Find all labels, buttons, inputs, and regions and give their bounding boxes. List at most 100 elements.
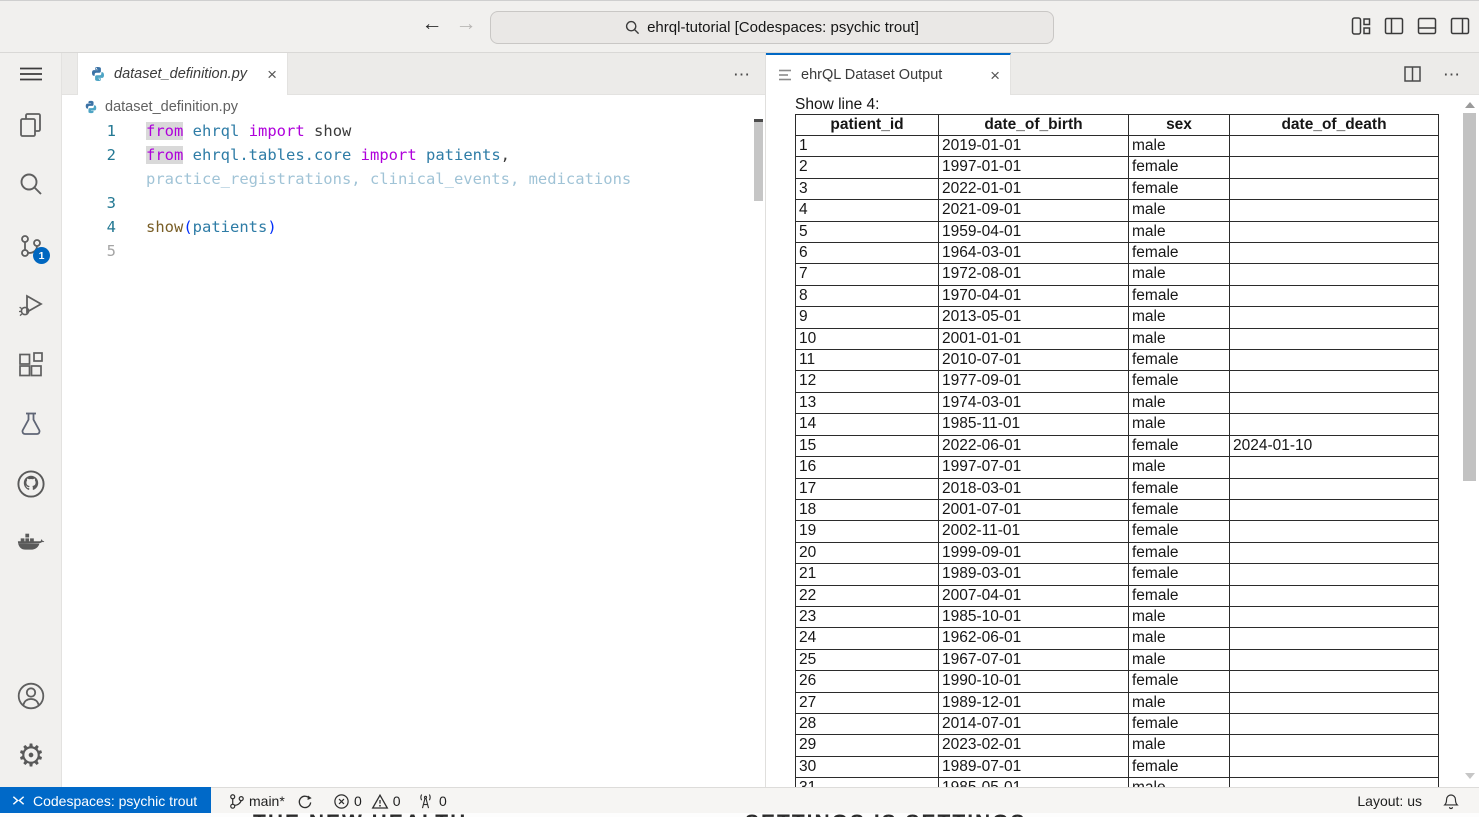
table-cell: 6 — [796, 243, 939, 264]
toggle-primary-sidebar-icon[interactable] — [1384, 17, 1404, 35]
back-arrow-icon[interactable]: ← — [419, 12, 445, 36]
table-cell: 2001-07-01 — [939, 499, 1129, 520]
code-line[interactable]: 5 — [62, 239, 752, 263]
scroll-up-arrow-icon[interactable] — [1465, 102, 1475, 108]
menu-hamburger-icon[interactable] — [16, 59, 46, 89]
table-cell — [1230, 585, 1439, 606]
table-cell: 2010-07-01 — [939, 350, 1129, 371]
command-center-search[interactable]: ehrql-tutorial [Codespaces: psychic trou… — [490, 11, 1054, 44]
output-heading: Show line 4: — [795, 96, 879, 114]
table-row: 131974-03-01male — [796, 392, 1439, 413]
table-cell — [1230, 542, 1439, 563]
table-cell: 5 — [796, 221, 939, 242]
settings-gear-icon[interactable]: ⚙ — [16, 741, 46, 771]
table-cell — [1230, 756, 1439, 777]
toggle-secondary-sidebar-icon[interactable] — [1450, 17, 1470, 35]
webview-scrollbar-thumb[interactable] — [1463, 113, 1476, 481]
table-cell — [1230, 200, 1439, 221]
keyboard-layout-item[interactable]: Layout: us — [1357, 788, 1422, 814]
table-cell: male — [1129, 328, 1230, 349]
sync-status-item[interactable] — [296, 788, 313, 814]
table-cell — [1230, 628, 1439, 649]
table-row: 121977-09-01female — [796, 371, 1439, 392]
problems-status-item[interactable]: 0 0 — [333, 788, 401, 814]
right-tab-bar: ehrQL Dataset Output × ⋯ — [766, 53, 1479, 95]
left-tab-bar: dataset_definition.py × ⋯ — [62, 53, 765, 95]
table-cell: male — [1129, 649, 1230, 670]
table-cell: 9 — [796, 307, 939, 328]
table-cell: 23 — [796, 606, 939, 627]
table-cell: male — [1129, 628, 1230, 649]
line-number: 5 — [62, 239, 116, 263]
breadcrumb[interactable]: dataset_definition.py — [62, 95, 765, 119]
column-header: patient_id — [796, 115, 939, 136]
table-row: 81970-04-01female — [796, 285, 1439, 306]
table-cell: male — [1129, 200, 1230, 221]
code-line[interactable]: 4show(patients) — [62, 215, 752, 239]
ports-status-item[interactable]: 0 — [416, 788, 447, 814]
code-editor[interactable]: 1from ehrql import show2from ehrql.table… — [62, 119, 752, 263]
activity-bar: 1 — [0, 53, 62, 787]
table-cell: 1970-04-01 — [939, 285, 1129, 306]
remote-icon — [11, 793, 26, 808]
table-cell: 2022-06-01 — [939, 435, 1129, 456]
more-actions-icon[interactable]: ⋯ — [1443, 66, 1461, 83]
run-debug-icon[interactable] — [16, 290, 46, 320]
customize-layout-icon[interactable] — [1351, 17, 1371, 35]
column-header: date_of_death — [1230, 115, 1439, 136]
scroll-down-arrow-icon[interactable] — [1465, 773, 1475, 779]
split-editor-action[interactable] — [1404, 53, 1421, 95]
branch-label: main* — [249, 793, 285, 809]
table-cell: 1990-10-01 — [939, 671, 1129, 692]
line-number — [62, 167, 116, 191]
notifications-bell[interactable] — [1443, 788, 1459, 814]
editor-scrollbar-thumb[interactable] — [754, 119, 763, 201]
table-row: 261990-10-01female — [796, 671, 1439, 692]
code-line[interactable]: 1from ehrql import show — [62, 119, 752, 143]
github-icon[interactable] — [16, 469, 46, 499]
table-cell: female — [1129, 756, 1230, 777]
branch-status-item[interactable]: main* — [228, 788, 285, 814]
table-cell: 29 — [796, 735, 939, 756]
table-cell: 1972-08-01 — [939, 264, 1129, 285]
table-cell — [1230, 478, 1439, 499]
editor-group-right: ehrQL Dataset Output × ⋯ Show line 4: pa… — [766, 53, 1479, 787]
tab-close-icon[interactable]: × — [990, 67, 1000, 84]
more-actions-icon[interactable]: ⋯ — [733, 66, 751, 83]
code-line[interactable]: 3 — [62, 191, 752, 215]
table-row: 152022-06-01female2024-01-10 — [796, 435, 1439, 456]
table-cell: 2007-04-01 — [939, 585, 1129, 606]
errors-icon — [333, 793, 350, 810]
table-cell: female — [1129, 350, 1230, 371]
table-row: 192002-11-01female — [796, 521, 1439, 542]
account-icon[interactable] — [16, 681, 46, 711]
left-editor-actions: ⋯ — [733, 53, 751, 95]
docker-icon[interactable] — [16, 529, 46, 559]
warnings-icon — [371, 793, 389, 810]
table-cell: 2024-01-10 — [1230, 435, 1439, 456]
toggle-panel-icon[interactable] — [1417, 17, 1437, 35]
table-cell: female — [1129, 371, 1230, 392]
table-cell: 27 — [796, 692, 939, 713]
code-line[interactable]: practice_registrations, clinical_events,… — [62, 167, 752, 191]
table-row: 222007-04-01female — [796, 585, 1439, 606]
explorer-icon[interactable] — [16, 110, 46, 140]
table-cell: 20 — [796, 542, 939, 563]
tab-ehrql-dataset-output[interactable]: ehrQL Dataset Output × — [766, 53, 1011, 95]
code-line[interactable]: 2from ehrql.tables.core import patients, — [62, 143, 752, 167]
bell-icon — [1443, 793, 1459, 810]
table-cell: 3 — [796, 178, 939, 199]
table-cell: 2018-03-01 — [939, 478, 1129, 499]
line-number: 3 — [62, 191, 116, 215]
table-row: 211989-03-01female — [796, 564, 1439, 585]
tab-dataset-definition[interactable]: dataset_definition.py × — [77, 53, 288, 95]
extensions-icon[interactable] — [16, 350, 46, 380]
table-cell: male — [1129, 307, 1230, 328]
testing-flask-icon[interactable] — [16, 409, 46, 439]
tab-close-icon[interactable]: × — [267, 66, 277, 83]
table-row: 42021-09-01male — [796, 200, 1439, 221]
remote-indicator[interactable]: Codespaces: psychic trout — [0, 787, 211, 814]
webview-scrollbar[interactable] — [1462, 95, 1477, 787]
search-sidebar-icon[interactable] — [16, 169, 46, 199]
forward-arrow-icon[interactable]: → — [453, 12, 479, 36]
